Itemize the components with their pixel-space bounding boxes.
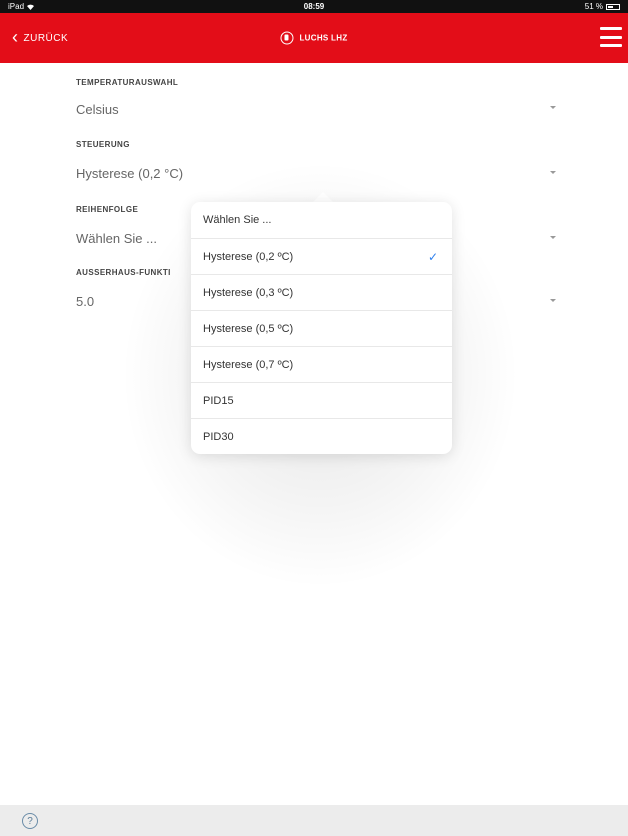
brand-logo: LUCHS LHZ bbox=[280, 31, 348, 45]
option-label: Hysterese (0,7 ºC) bbox=[203, 358, 294, 371]
chevron-down-icon bbox=[550, 299, 556, 302]
menu-icon-bar bbox=[600, 27, 622, 30]
option-pid30[interactable]: PID30 bbox=[191, 418, 452, 454]
option-pid15[interactable]: PID15 bbox=[191, 382, 452, 418]
logo-icon bbox=[280, 31, 294, 45]
back-label: ZURÜCK bbox=[23, 32, 69, 44]
chevron-left-icon: ‹ bbox=[12, 27, 19, 47]
control-value: Hysterese (0,2 °C) bbox=[76, 166, 184, 181]
order-value: Wählen Sie ... bbox=[76, 231, 157, 246]
logo-text: LUCHS LHZ bbox=[299, 33, 348, 43]
help-icon[interactable]: ? bbox=[22, 813, 38, 829]
away-value: 5.0 bbox=[76, 294, 95, 309]
option-hysterese-0-5[interactable]: Hysterese (0,5 ºC) bbox=[191, 310, 452, 346]
option-label: Hysterese (0,3 ºC) bbox=[203, 286, 294, 299]
menu-icon-bar bbox=[600, 35, 622, 39]
chevron-down-icon bbox=[550, 236, 556, 239]
option-label: PID30 bbox=[203, 430, 234, 443]
option-label: Hysterese (0,2 ºC) bbox=[203, 250, 294, 263]
popover-arrow bbox=[313, 192, 333, 202]
battery-icon bbox=[606, 3, 620, 10]
option-waehlen-sie[interactable]: Wählen Sie ... bbox=[191, 202, 452, 238]
nav-bar: ‹ ZURÜCK LUCHS LHZ bbox=[0, 13, 628, 63]
option-hysterese-0-7[interactable]: Hysterese (0,7 ºC) bbox=[191, 346, 452, 382]
option-label: PID15 bbox=[203, 394, 234, 407]
option-label: Hysterese (0,5 ºC) bbox=[203, 322, 294, 335]
option-hysterese-0-3[interactable]: Hysterese (0,3 ºC) bbox=[191, 274, 452, 310]
status-time: 08:59 bbox=[303, 2, 325, 11]
control-options-popover: Wählen Sie ... Hysterese (0,2 ºC) ✓ Hyst… bbox=[191, 202, 452, 454]
option-hysterese-0-2[interactable]: Hysterese (0,2 ºC) ✓ bbox=[191, 238, 452, 274]
chevron-down-icon bbox=[550, 171, 556, 174]
option-label: Wählen Sie ... bbox=[203, 214, 272, 226]
bottom-toolbar: ? bbox=[0, 805, 628, 836]
back-button[interactable]: ‹ ZURÜCK bbox=[12, 13, 68, 63]
control-field[interactable]: STEUERUNG Hysterese (0,2 °C) bbox=[76, 140, 556, 190]
help-glyph: ? bbox=[27, 815, 33, 827]
chevron-down-icon bbox=[550, 106, 556, 109]
menu-icon-bar bbox=[600, 44, 622, 47]
hamburger-menu-button[interactable] bbox=[600, 27, 622, 47]
control-label: STEUERUNG bbox=[76, 140, 130, 149]
checkmark-icon: ✓ bbox=[427, 249, 438, 264]
temperature-value: Celsius bbox=[76, 102, 119, 117]
temperature-field[interactable]: TEMPERATURAUSWAHL Celsius bbox=[76, 78, 556, 128]
status-bar: iPad 08:59 51 % bbox=[0, 0, 628, 13]
temperature-label: TEMPERATURAUSWAHL bbox=[76, 78, 179, 87]
